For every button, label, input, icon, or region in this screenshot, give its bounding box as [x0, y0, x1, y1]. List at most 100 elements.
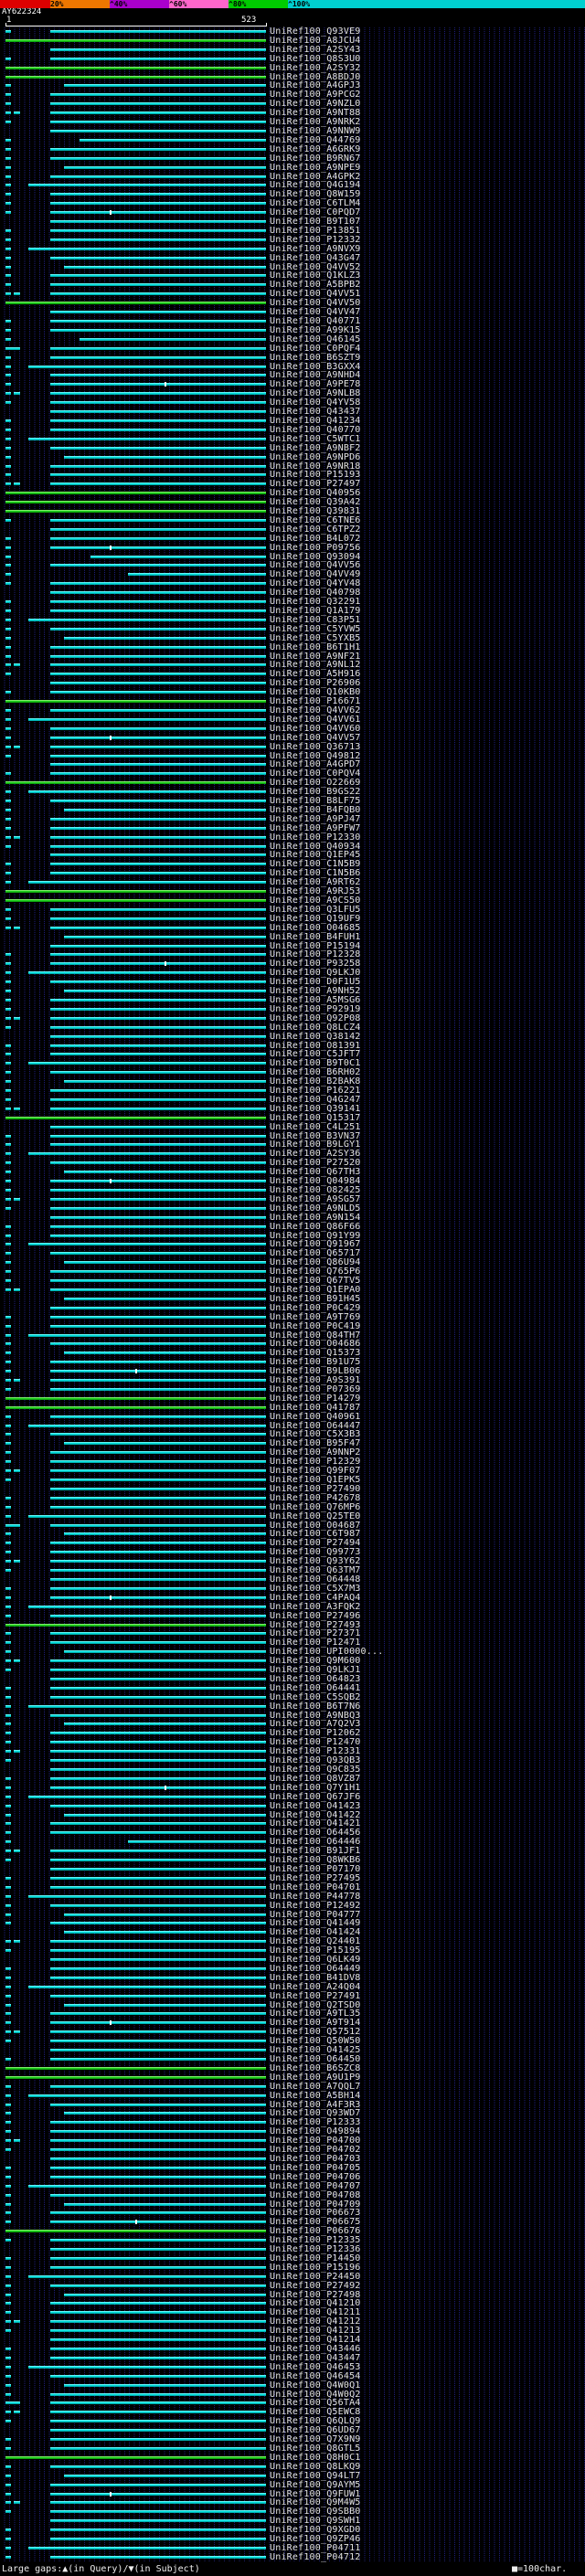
alignment-bar[interactable] — [27, 1985, 267, 1988]
alignment-bar[interactable] — [5, 1840, 11, 1844]
alignment-bar[interactable] — [5, 564, 11, 567]
alignment-bar[interactable] — [5, 1053, 11, 1056]
alignment-bar[interactable] — [49, 1451, 267, 1455]
alignment-bar[interactable] — [5, 1804, 11, 1807]
alignment-bar[interactable] — [63, 2112, 267, 2115]
alignment-bar[interactable] — [49, 1586, 267, 1590]
alignment-bar[interactable] — [5, 808, 11, 811]
alignment-bar[interactable] — [49, 863, 267, 866]
alignment-bar[interactable] — [49, 2320, 267, 2324]
alignment-bar[interactable] — [49, 1107, 267, 1110]
hit-label[interactable]: UniRef100_A9NPD6 — [270, 452, 361, 462]
alignment-bar[interactable] — [5, 1442, 11, 1446]
alignment-bar[interactable] — [49, 256, 267, 260]
alignment-bar[interactable] — [49, 129, 267, 133]
alignment-bar[interactable] — [5, 1831, 11, 1835]
alignment-bar[interactable] — [49, 2374, 267, 2378]
alignment-bar[interactable] — [49, 30, 267, 33]
alignment-bar[interactable] — [49, 1189, 267, 1192]
alignment-bar[interactable] — [5, 84, 11, 88]
alignment-bar[interactable] — [49, 346, 267, 350]
alignment-bar[interactable] — [63, 1080, 267, 1084]
alignment-bar[interactable] — [5, 66, 267, 69]
alignment-bar[interactable] — [49, 1071, 267, 1075]
alignment-bar[interactable] — [5, 320, 11, 323]
alignment-bar[interactable] — [49, 536, 267, 540]
alignment-bar[interactable] — [127, 1840, 267, 1844]
alignment-bar[interactable] — [5, 1224, 11, 1228]
alignment-bar[interactable] — [5, 1966, 11, 1970]
alignment-bar[interactable] — [27, 1605, 267, 1608]
alignment-bar[interactable] — [49, 1741, 267, 1744]
alignment-bar[interactable] — [5, 2510, 11, 2514]
alignment-bar[interactable] — [5, 673, 11, 676]
alignment-bar[interactable] — [49, 2175, 267, 2178]
alignment-bar[interactable] — [49, 1922, 267, 1925]
alignment-bar[interactable] — [49, 1370, 267, 1373]
alignment-bar[interactable] — [5, 2202, 11, 2206]
alignment-bar[interactable] — [49, 1433, 267, 1436]
alignment-bar[interactable] — [5, 1813, 11, 1817]
alignment-bar[interactable] — [5, 283, 11, 287]
alignment-bar[interactable] — [5, 2528, 11, 2532]
alignment-bar[interactable] — [49, 610, 267, 612]
alignment-bar[interactable] — [49, 518, 267, 522]
alignment-bar[interactable] — [5, 428, 11, 431]
alignment-bar[interactable] — [27, 2274, 267, 2278]
alignment-bar[interactable] — [5, 610, 11, 612]
alignment-bar[interactable] — [5, 736, 11, 739]
alignment-bar[interactable] — [49, 1415, 267, 1418]
alignment-bar[interactable] — [5, 2112, 11, 2115]
alignment-bar[interactable] — [14, 1016, 20, 1020]
alignment-bar[interactable] — [5, 2175, 11, 2178]
alignment-bar[interactable] — [5, 1641, 11, 1645]
alignment-bar[interactable] — [5, 1025, 11, 1029]
alignment-bar[interactable] — [14, 292, 20, 296]
alignment-bar[interactable] — [27, 1795, 267, 1798]
alignment-bar[interactable] — [49, 1750, 267, 1754]
alignment-bar[interactable] — [5, 2311, 11, 2315]
alignment-bar[interactable] — [5, 1288, 11, 1291]
alignment-bar[interactable] — [49, 1850, 267, 1853]
alignment-bar[interactable] — [49, 1876, 267, 1880]
alignment-bar[interactable] — [49, 2040, 267, 2043]
alignment-bar[interactable] — [49, 283, 267, 287]
alignment-bar[interactable] — [49, 2338, 267, 2342]
alignment-bar[interactable] — [14, 1560, 20, 1564]
alignment-bar[interactable] — [49, 2429, 267, 2433]
alignment-bar[interactable] — [5, 2265, 11, 2269]
alignment-bar[interactable] — [49, 2284, 267, 2287]
alignment-bar[interactable] — [63, 265, 267, 269]
alignment-bar[interactable] — [63, 2474, 267, 2477]
alignment-bar[interactable] — [5, 1723, 11, 1726]
alignment-bar[interactable] — [49, 1197, 267, 1201]
alignment-bar[interactable] — [27, 437, 267, 440]
alignment-bar[interactable] — [49, 2265, 267, 2269]
alignment-bar[interactable] — [49, 1342, 267, 1346]
alignment-bar[interactable] — [14, 1379, 20, 1383]
alignment-bar[interactable] — [63, 2202, 267, 2206]
alignment-bar[interactable] — [5, 1713, 11, 1717]
hit-label[interactable]: UniRef100_Q9AYM5 — [270, 2480, 361, 2490]
alignment-bar[interactable] — [5, 482, 11, 486]
alignment-bar[interactable] — [5, 2030, 11, 2034]
alignment-bar[interactable] — [5, 1189, 11, 1192]
alignment-bar[interactable] — [49, 2012, 267, 2016]
alignment-bar[interactable] — [14, 1750, 20, 1754]
alignment-bar[interactable] — [5, 835, 11, 839]
alignment-bar[interactable] — [49, 1224, 267, 1228]
alignment-bar[interactable] — [49, 1034, 267, 1038]
alignment-bar[interactable] — [49, 292, 267, 296]
alignment-bar[interactable] — [5, 1387, 11, 1391]
alignment-bar[interactable] — [27, 1704, 267, 1708]
alignment-bar[interactable] — [49, 1505, 267, 1509]
alignment-bar[interactable] — [5, 1560, 11, 1564]
alignment-bar[interactable] — [5, 1252, 11, 1256]
alignment-bar[interactable] — [49, 401, 267, 405]
alignment-bar[interactable] — [5, 600, 11, 604]
alignment-bar[interactable] — [5, 165, 11, 169]
alignment-bar[interactable] — [14, 835, 20, 839]
alignment-bar[interactable] — [49, 2103, 267, 2106]
alignment-bar[interactable] — [49, 962, 267, 966]
alignment-bar[interactable] — [5, 1161, 11, 1165]
